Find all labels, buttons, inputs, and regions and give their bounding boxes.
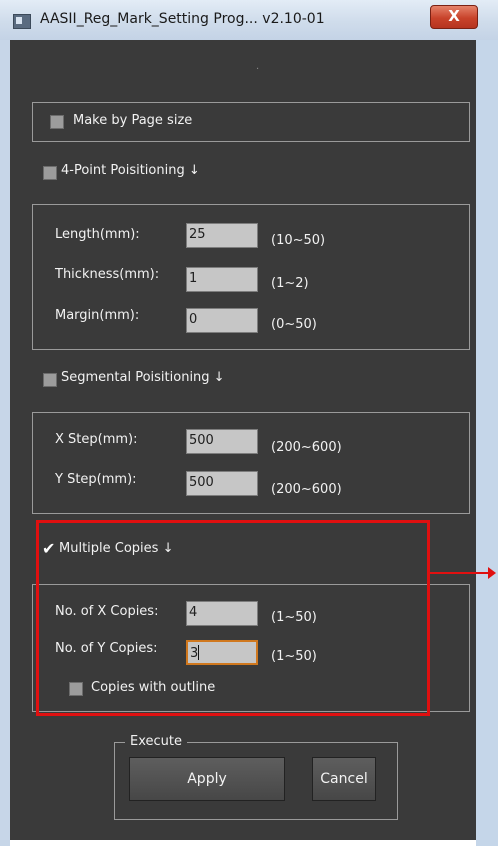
window-frame-right — [476, 40, 498, 846]
dot-mark: · — [256, 64, 260, 75]
x-step-input[interactable]: 500 — [186, 429, 258, 454]
make-by-page-label: Make by Page size — [73, 113, 193, 128]
cancel-button[interactable]: Cancel — [312, 757, 376, 801]
close-button[interactable]: X — [430, 5, 478, 29]
thickness-label: Thickness(mm): — [55, 267, 160, 282]
title-bar[interactable]: AASII_Reg_Mark_Setting Prog... v2.10-01 … — [0, 0, 498, 41]
margin-range: (0~50) — [271, 317, 317, 332]
segmental-group: X Step(mm): 500 (200~600) Y Step(mm): 50… — [32, 412, 470, 514]
execute-group: Execute Apply Cancel — [114, 734, 398, 820]
make-by-page-group: Make by Page size — [32, 102, 470, 142]
annotation-arrow-head — [488, 567, 496, 579]
four-point-label: 4-Point Poisitioning ↓ — [61, 163, 200, 178]
length-range: (10~50) — [271, 233, 326, 248]
segmental-label: Segmental Poisitioning ↓ — [61, 370, 225, 385]
make-by-page-checkbox[interactable] — [50, 115, 64, 129]
window-frame-left — [0, 40, 10, 846]
dialog-window: AASII_Reg_Mark_Setting Prog... v2.10-01 … — [0, 0, 498, 846]
dialog-client-area: · Make by Page size 4-Point Poisitioning… — [10, 40, 476, 840]
x-step-range: (200~600) — [271, 440, 342, 455]
segmental-checkbox[interactable] — [43, 373, 57, 387]
length-label: Length(mm): — [55, 227, 140, 242]
apply-button[interactable]: Apply — [129, 757, 285, 801]
y-step-label: Y Step(mm): — [55, 472, 137, 487]
window-title: AASII_Reg_Mark_Setting Prog... v2.10-01 — [40, 11, 325, 27]
y-step-range: (200~600) — [271, 482, 342, 497]
margin-input[interactable]: 0 — [186, 308, 258, 333]
margin-label: Margin(mm): — [55, 308, 140, 323]
annotation-arrow-line — [430, 572, 492, 574]
x-step-label: X Step(mm): — [55, 432, 138, 447]
thickness-range: (1~2) — [271, 276, 309, 291]
length-input[interactable]: 25 — [186, 223, 258, 248]
four-point-group: Length(mm): 25 (10~50) Thickness(mm): 1 … — [32, 204, 470, 350]
execute-legend: Execute — [125, 734, 187, 749]
app-icon — [13, 14, 31, 29]
four-point-checkbox[interactable] — [43, 166, 57, 180]
y-step-input[interactable]: 500 — [186, 471, 258, 496]
thickness-input[interactable]: 1 — [186, 267, 258, 292]
highlight-box — [36, 520, 430, 716]
